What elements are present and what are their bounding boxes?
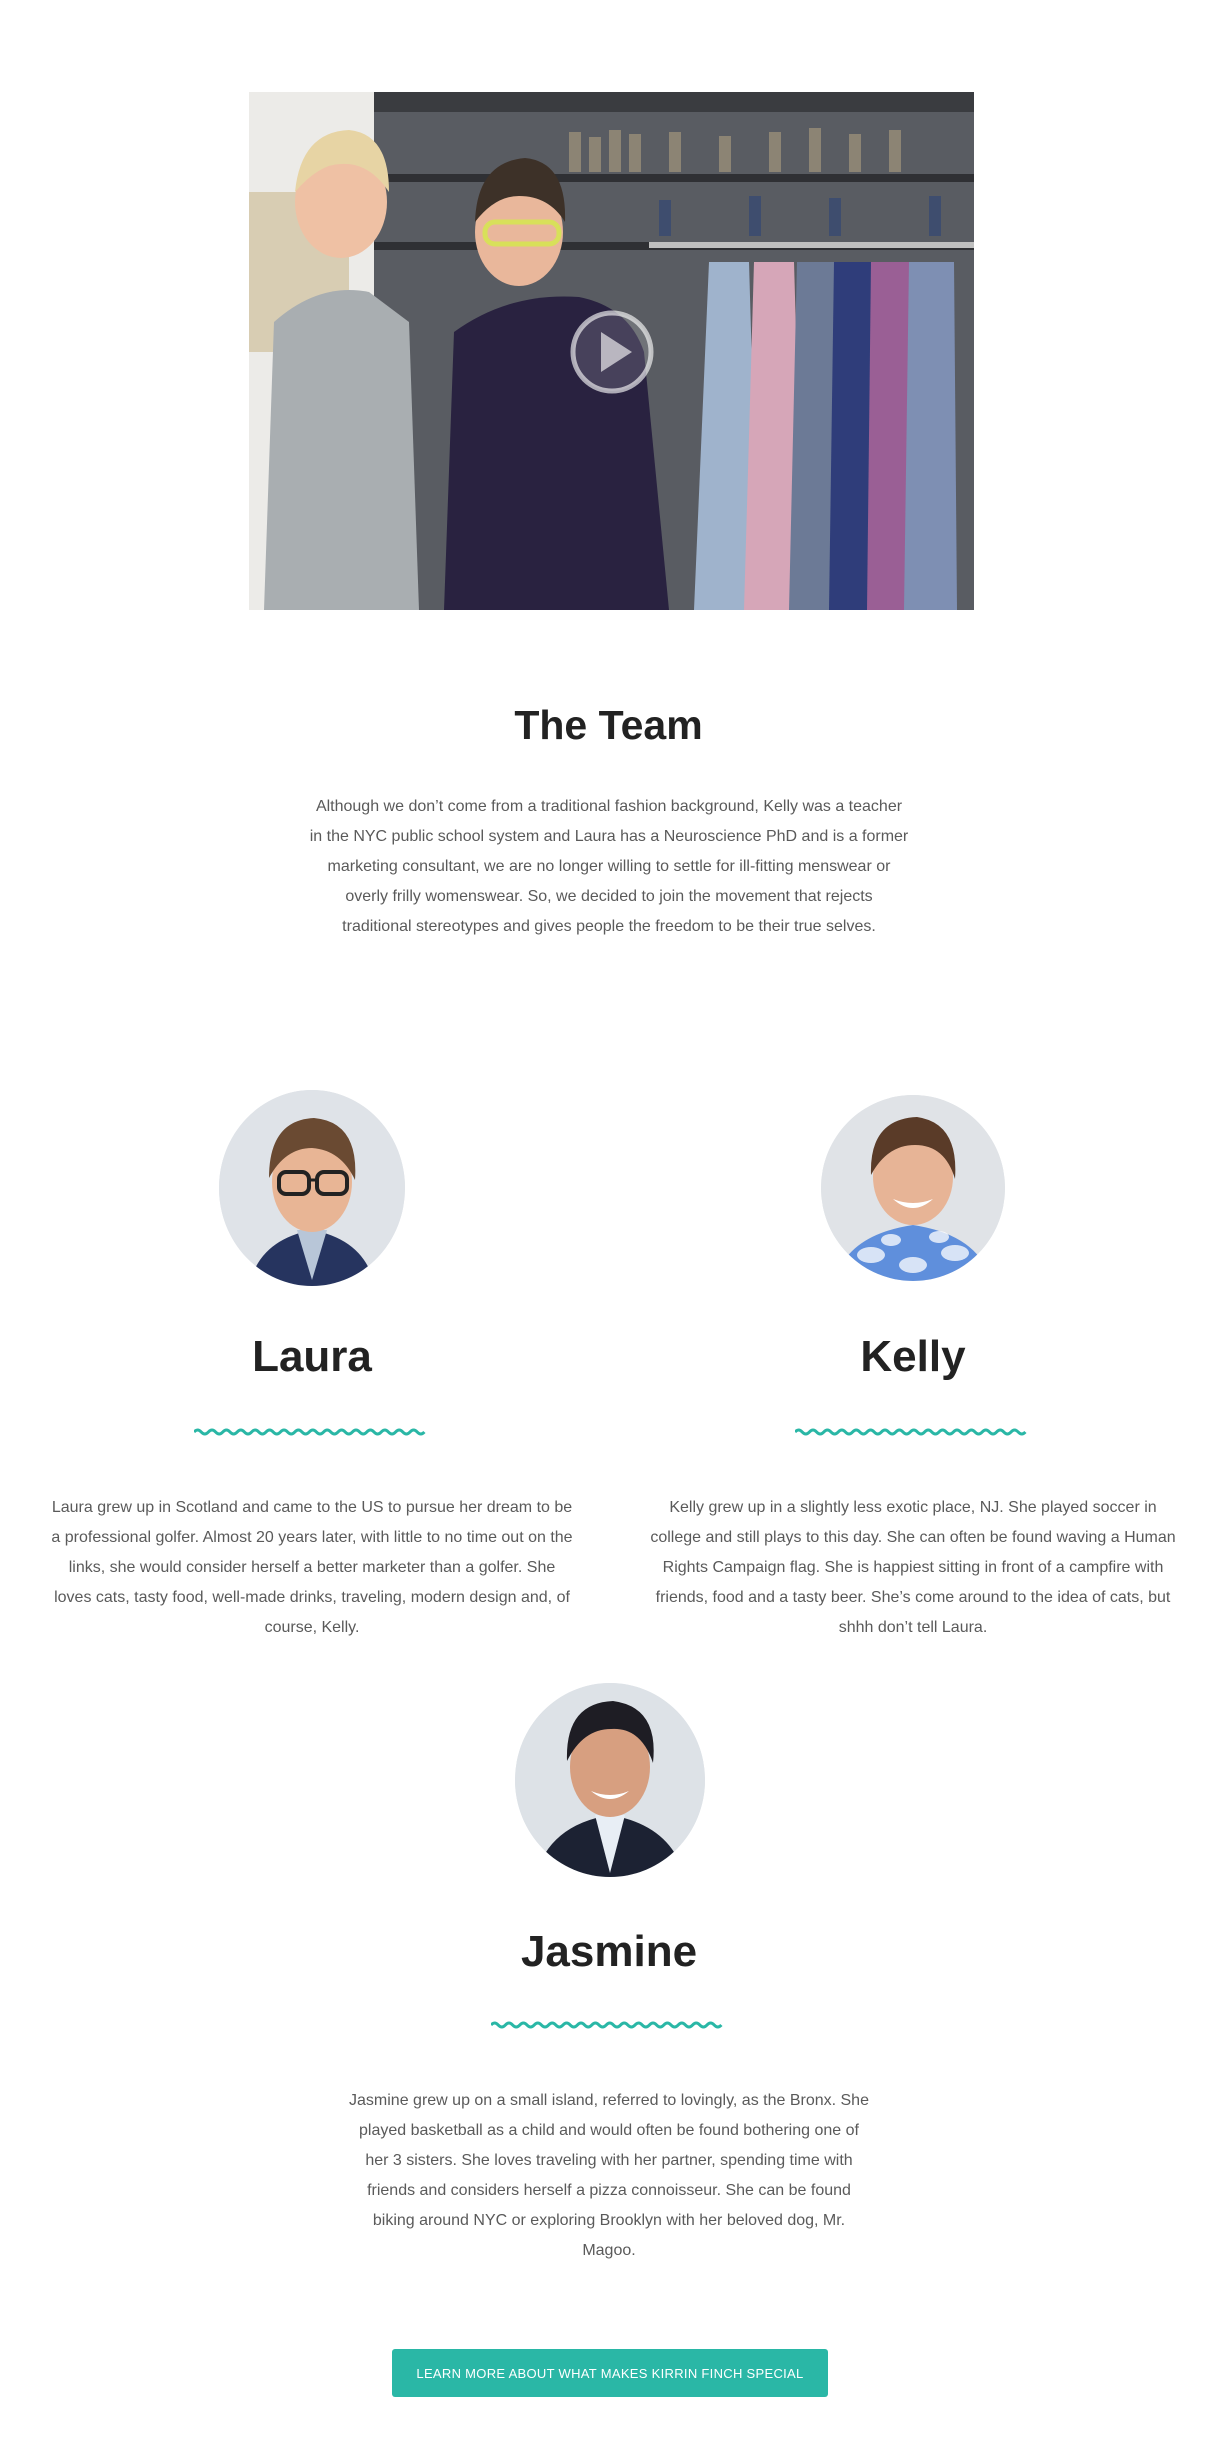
squiggle-divider <box>491 2021 723 2029</box>
member-name-laura: Laura <box>252 1332 372 1381</box>
avatar-laura <box>219 1090 405 1286</box>
member-name-jasmine: Jasmine <box>520 1927 698 1976</box>
learn-more-button[interactable]: LEARN MORE ABOUT WHAT MAKES KIRRIN FINCH… <box>392 2349 828 2397</box>
team-video[interactable] <box>249 92 974 610</box>
member-card-laura: Laura Laura grew up in Scotland and came… <box>48 1090 576 1640</box>
member-bio-jasmine: Jasmine grew up on a small island, refer… <box>349 2092 869 2259</box>
member-name-kelly: Kelly <box>860 1332 966 1381</box>
squiggle-divider <box>194 1428 426 1436</box>
member-card-jasmine: Jasmine Jasmine grew up on a small islan… <box>346 1683 872 2263</box>
member-bio-kelly: Kelly grew up in a slightly less exotic … <box>650 1499 1176 1636</box>
member-bio-laura: Laura grew up in Scotland and came to th… <box>51 1499 573 1636</box>
member-card-kelly: Kelly Kelly grew up in a slightly less e… <box>646 1090 1180 1640</box>
team-title: The Team <box>514 702 703 748</box>
avatar-jasmine <box>515 1683 705 1877</box>
play-circle-icon[interactable] <box>568 308 656 396</box>
team-description: Although we don’t come from a traditiona… <box>309 798 909 935</box>
squiggle-divider <box>795 1428 1027 1436</box>
avatar-kelly <box>821 1095 1005 1281</box>
